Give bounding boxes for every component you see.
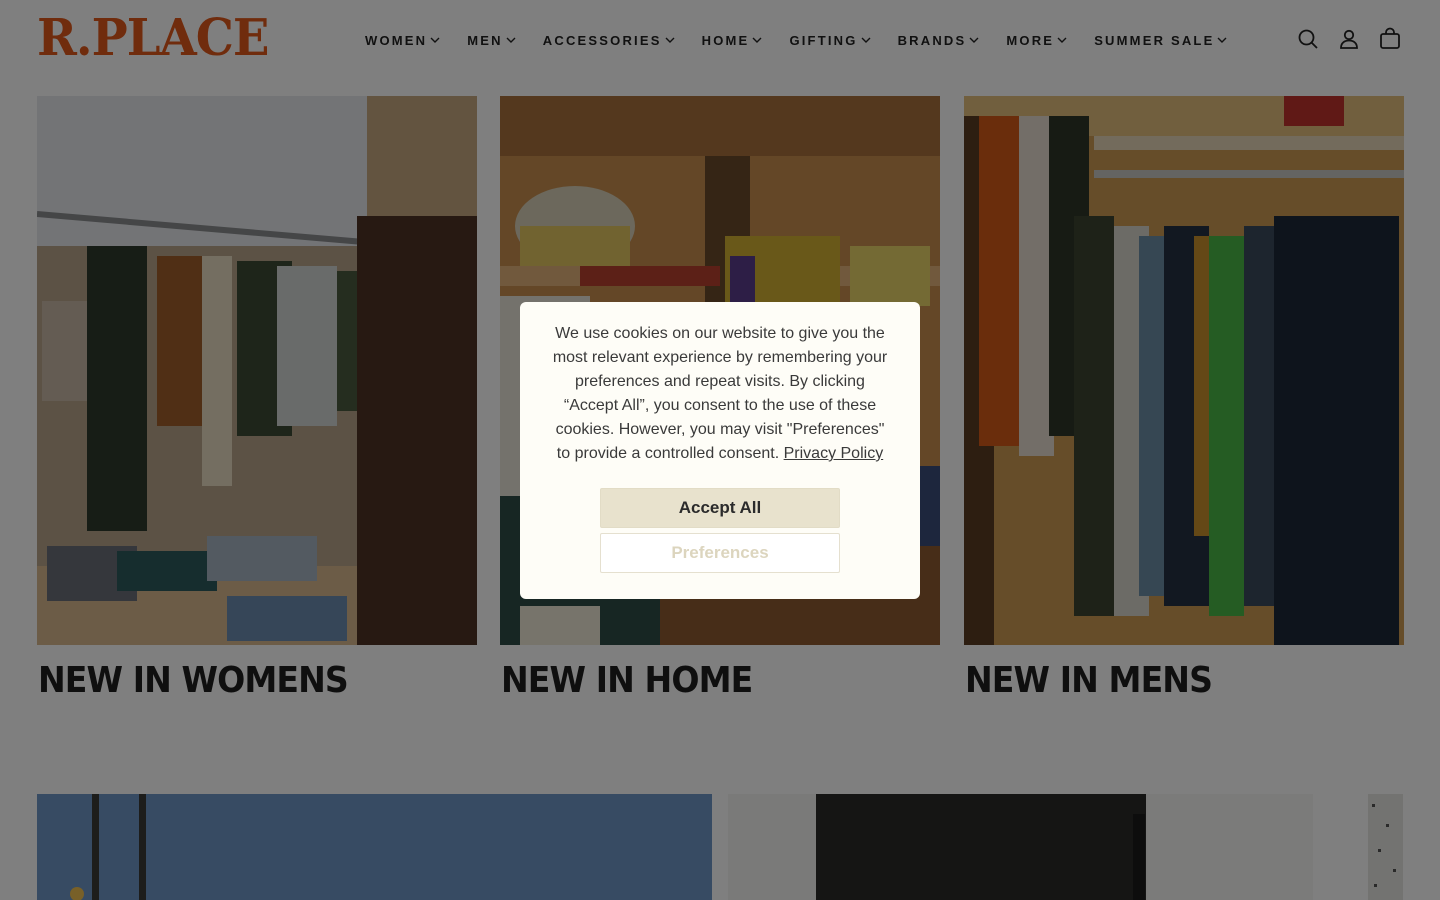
accept-all-button[interactable]: Accept All [600, 488, 840, 528]
cookie-message: We use cookies on our website to give yo… [550, 322, 890, 466]
cookie-consent-dialog: We use cookies on our website to give yo… [520, 302, 920, 599]
cookie-message-text: We use cookies on our website to give yo… [552, 325, 888, 462]
preferences-button[interactable]: Preferences [600, 533, 840, 573]
privacy-policy-link[interactable]: Privacy Policy [784, 445, 884, 462]
